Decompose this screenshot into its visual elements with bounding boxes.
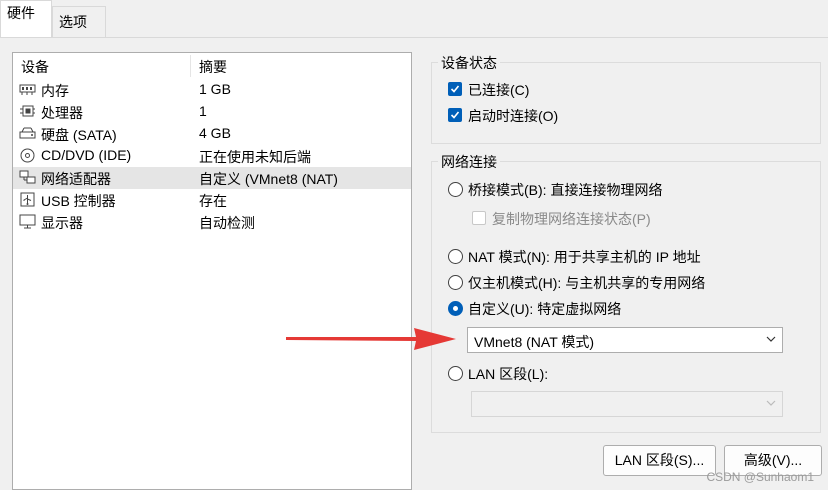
display-icon [19, 214, 36, 229]
connect-at-power-on-checkbox[interactable] [448, 108, 462, 122]
lan-segments-button[interactable]: LAN 区段(S)... [603, 445, 716, 476]
replicate-state-label[interactable]: 复制物理网络连接状态(P) [492, 209, 651, 229]
hardware-summary: 自定义 (VMnet8 (NAT) [199, 171, 338, 187]
network-adapter-icon [19, 170, 36, 184]
lan-segment-select[interactable] [471, 391, 783, 417]
bridged-radio[interactable] [448, 182, 463, 197]
hardware-name: 处理器 [41, 105, 83, 121]
custom-network-value: VMnet8 (NAT 模式) [474, 334, 595, 350]
hardware-row-processor[interactable]: 处理器 1 [13, 101, 411, 123]
hardware-summary: 1 [199, 103, 207, 119]
host-only-radio[interactable] [448, 275, 463, 290]
host-only-label[interactable]: 仅主机模式(H): 与主机共享的专用网络 [468, 273, 705, 293]
device-status-title: 设备状态 [438, 53, 500, 73]
hardware-summary: 1 GB [199, 81, 231, 97]
lan-segment-radio[interactable] [448, 366, 463, 381]
column-separator[interactable] [190, 55, 191, 77]
usb-icon [20, 192, 35, 207]
column-header-summary[interactable]: 摘要 [199, 57, 227, 77]
processor-icon [20, 105, 35, 117]
connected-label[interactable]: 已连接(C) [468, 80, 529, 100]
hardware-summary: 正在使用未知后端 [199, 149, 311, 165]
column-header-device[interactable]: 设备 [21, 57, 49, 77]
tab-strip: 硬件 选项 [0, 0, 828, 38]
chevron-down-icon [766, 400, 776, 406]
tab-hardware[interactable]: 硬件 [0, 0, 52, 38]
custom-radio[interactable] [448, 301, 463, 316]
hardware-row-memory[interactable]: 内存 1 GB [13, 79, 411, 101]
hardware-row-network-adapter[interactable]: 网络适配器 自定义 (VMnet8 (NAT) [13, 167, 411, 189]
hardware-list[interactable]: 设备 摘要 内存 1 GB 处理器 1 硬盘 (SATA) 4 GB CD/DV… [12, 52, 412, 490]
checkmark-icon [450, 111, 460, 119]
cd-dvd-icon [20, 148, 35, 163]
network-connection-title: 网络连接 [438, 152, 500, 172]
custom-label[interactable]: 自定义(U): 特定虚拟网络 [468, 299, 621, 319]
annotation-arrow-shape [286, 328, 456, 350]
hardware-name: USB 控制器 [41, 193, 116, 209]
tab-options[interactable]: 选项 [52, 6, 106, 38]
hardware-list-header: 设备 摘要 [13, 53, 411, 79]
bridged-label[interactable]: 桥接模式(B): 直接连接物理网络 [468, 180, 662, 200]
lan-segment-label[interactable]: LAN 区段(L): [468, 364, 548, 384]
chevron-down-icon [766, 336, 776, 342]
device-status-group [431, 62, 821, 144]
hard-disk-icon [19, 127, 36, 139]
nat-label[interactable]: NAT 模式(N): 用于共享主机的 IP 地址 [468, 247, 701, 267]
hardware-name: CD/DVD (IDE) [41, 147, 132, 163]
hardware-summary: 存在 [199, 193, 227, 209]
memory-icon [19, 84, 36, 95]
hardware-summary: 自动检测 [199, 215, 255, 231]
checkmark-icon [450, 85, 460, 93]
hardware-name: 网络适配器 [41, 171, 111, 187]
hardware-name: 显示器 [41, 215, 83, 231]
replicate-state-checkbox[interactable] [472, 211, 486, 225]
annotation-arrow [286, 328, 456, 350]
watermark: CSDN @Sunhaom1 [706, 470, 814, 484]
connected-checkbox[interactable] [448, 82, 462, 96]
nat-radio[interactable] [448, 249, 463, 264]
hardware-row-display[interactable]: 显示器 自动检测 [13, 211, 411, 233]
hardware-summary: 4 GB [199, 125, 231, 141]
hardware-row-usb-controller[interactable]: USB 控制器 存在 [13, 189, 411, 211]
hardware-row-cd-dvd[interactable]: CD/DVD (IDE) 正在使用未知后端 [13, 145, 411, 167]
hardware-name: 内存 [41, 83, 69, 99]
hardware-name: 硬盘 (SATA) [41, 127, 117, 143]
connect-at-power-on-label[interactable]: 启动时连接(O) [468, 106, 558, 126]
custom-network-select[interactable]: VMnet8 (NAT 模式) [467, 327, 783, 353]
hardware-row-hard-disk[interactable]: 硬盘 (SATA) 4 GB [13, 123, 411, 145]
